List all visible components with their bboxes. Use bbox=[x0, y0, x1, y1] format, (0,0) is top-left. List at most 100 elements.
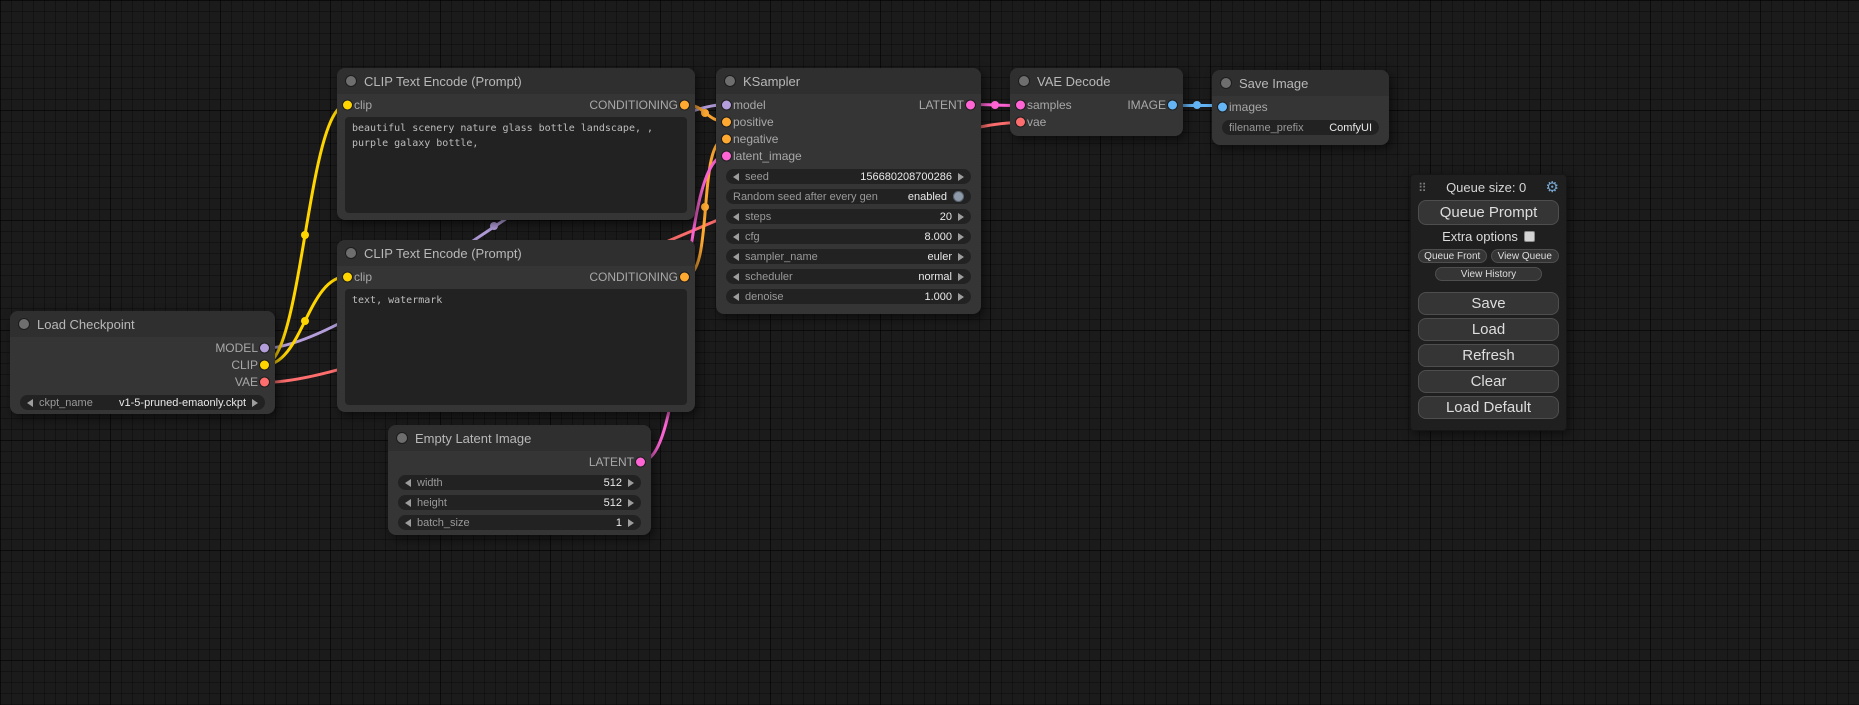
widget-batch-size[interactable]: batch_size 1 bbox=[398, 515, 641, 530]
output-slot-model[interactable] bbox=[260, 343, 269, 352]
decrement-arrow-icon[interactable] bbox=[405, 499, 411, 507]
widget-random-seed-toggle[interactable]: Random seed after every gen enabled bbox=[726, 189, 971, 204]
widget-filename-prefix[interactable]: filename_prefix ComfyUI bbox=[1222, 120, 1379, 135]
input-slot-latent-image[interactable] bbox=[722, 151, 731, 160]
drag-handle-icon[interactable]: ⠿ bbox=[1418, 182, 1427, 194]
output-slot-vae[interactable] bbox=[260, 377, 269, 386]
decrement-arrow-icon[interactable] bbox=[733, 273, 739, 281]
input-slot-samples[interactable] bbox=[1016, 100, 1025, 109]
input-slot-model[interactable] bbox=[722, 100, 731, 109]
node-title-bar[interactable]: Save Image bbox=[1212, 70, 1389, 96]
node-vae-decode[interactable]: VAE Decode samples IMAGE vae bbox=[1010, 68, 1183, 136]
view-history-button[interactable]: View History bbox=[1435, 267, 1542, 281]
widget-label: ckpt_name bbox=[39, 397, 93, 409]
input-slot-images[interactable] bbox=[1218, 102, 1227, 111]
load-button[interactable]: Load bbox=[1418, 318, 1559, 341]
decrement-arrow-icon[interactable] bbox=[27, 399, 33, 407]
increment-arrow-icon[interactable] bbox=[958, 173, 964, 181]
widget-scheduler[interactable]: scheduler normal bbox=[726, 269, 971, 284]
decrement-arrow-icon[interactable] bbox=[733, 173, 739, 181]
link-dot-clip-negative bbox=[301, 317, 309, 325]
widget-ckpt-name[interactable]: ckpt_name v1-5-pruned-emaonly.ckpt bbox=[20, 395, 265, 410]
decrement-arrow-icon[interactable] bbox=[733, 213, 739, 221]
decrement-arrow-icon[interactable] bbox=[405, 479, 411, 487]
node-canvas[interactable]: Load Checkpoint MODEL CLIP VAE ckpt_name… bbox=[0, 0, 1859, 705]
load-default-button[interactable]: Load Default bbox=[1418, 396, 1559, 419]
node-load-checkpoint[interactable]: Load Checkpoint MODEL CLIP VAE ckpt_name… bbox=[10, 311, 275, 414]
prompt-textarea[interactable]: beautiful scenery nature glass bottle la… bbox=[345, 117, 687, 213]
collapse-dot[interactable] bbox=[1019, 76, 1029, 86]
output-label-latent: LATENT bbox=[589, 455, 634, 469]
output-slot-latent[interactable] bbox=[636, 457, 645, 466]
settings-gear-icon[interactable]: ⚙ bbox=[1546, 180, 1559, 195]
output-slot-conditioning[interactable] bbox=[680, 272, 689, 281]
output-slot-image[interactable] bbox=[1168, 100, 1177, 109]
collapse-dot[interactable] bbox=[19, 319, 29, 329]
input-slot-positive[interactable] bbox=[722, 117, 731, 126]
node-title-bar[interactable]: Load Checkpoint bbox=[10, 311, 275, 337]
collapse-dot[interactable] bbox=[397, 433, 407, 443]
refresh-button[interactable]: Refresh bbox=[1418, 344, 1559, 367]
node-clip-text-encode-positive[interactable]: CLIP Text Encode (Prompt) clip CONDITION… bbox=[337, 68, 695, 220]
widget-value: 8.000 bbox=[924, 231, 952, 243]
increment-arrow-icon[interactable] bbox=[252, 399, 258, 407]
clear-button[interactable]: Clear bbox=[1418, 370, 1559, 393]
widget-denoise[interactable]: denoise 1.000 bbox=[726, 289, 971, 304]
collapse-dot[interactable] bbox=[346, 248, 356, 258]
increment-arrow-icon[interactable] bbox=[958, 233, 964, 241]
extra-options-checkbox[interactable] bbox=[1524, 231, 1535, 242]
node-empty-latent-image[interactable]: Empty Latent Image LATENT width 512 heig… bbox=[388, 425, 651, 535]
widget-cfg[interactable]: cfg 8.000 bbox=[726, 229, 971, 244]
increment-arrow-icon[interactable] bbox=[628, 479, 634, 487]
collapse-dot[interactable] bbox=[346, 76, 356, 86]
decrement-arrow-icon[interactable] bbox=[733, 293, 739, 301]
node-title-bar[interactable]: KSampler bbox=[716, 68, 981, 94]
decrement-arrow-icon[interactable] bbox=[733, 253, 739, 261]
collapse-dot[interactable] bbox=[725, 76, 735, 86]
toggle-knob[interactable] bbox=[953, 191, 964, 202]
view-queue-button[interactable]: View Queue bbox=[1491, 249, 1560, 263]
widget-value: enabled bbox=[908, 191, 947, 203]
decrement-arrow-icon[interactable] bbox=[405, 519, 411, 527]
node-title-bar[interactable]: CLIP Text Encode (Prompt) bbox=[337, 240, 695, 266]
node-title-bar[interactable]: CLIP Text Encode (Prompt) bbox=[337, 68, 695, 94]
node-title: CLIP Text Encode (Prompt) bbox=[364, 246, 522, 261]
widget-label: sampler_name bbox=[745, 251, 818, 263]
widget-value: 156680208700286 bbox=[860, 171, 952, 183]
increment-arrow-icon[interactable] bbox=[958, 253, 964, 261]
queue-front-button[interactable]: Queue Front bbox=[1418, 249, 1487, 263]
widget-sampler-name[interactable]: sampler_name euler bbox=[726, 249, 971, 264]
queue-size-label: Queue size: 0 bbox=[1427, 180, 1546, 195]
queue-prompt-button[interactable]: Queue Prompt bbox=[1418, 200, 1559, 225]
node-clip-text-encode-negative[interactable]: CLIP Text Encode (Prompt) clip CONDITION… bbox=[337, 240, 695, 412]
increment-arrow-icon[interactable] bbox=[628, 499, 634, 507]
input-slot-negative[interactable] bbox=[722, 134, 731, 143]
input-slot-clip[interactable] bbox=[343, 100, 352, 109]
input-slot-vae[interactable] bbox=[1016, 117, 1025, 126]
widget-value: 20 bbox=[940, 211, 952, 223]
increment-arrow-icon[interactable] bbox=[958, 213, 964, 221]
save-button[interactable]: Save bbox=[1418, 292, 1559, 315]
prompt-textarea[interactable]: text, watermark bbox=[345, 289, 687, 405]
widget-label: seed bbox=[745, 171, 769, 183]
node-title-bar[interactable]: VAE Decode bbox=[1010, 68, 1183, 94]
input-slot-clip[interactable] bbox=[343, 272, 352, 281]
widget-steps[interactable]: steps 20 bbox=[726, 209, 971, 224]
output-slot-conditioning[interactable] bbox=[680, 100, 689, 109]
node-ksampler[interactable]: KSampler model LATENT positive negative … bbox=[716, 68, 981, 314]
output-label-image: IMAGE bbox=[1127, 98, 1166, 112]
increment-arrow-icon[interactable] bbox=[958, 293, 964, 301]
node-save-image[interactable]: Save Image images filename_prefix ComfyU… bbox=[1212, 70, 1389, 145]
output-row-model: MODEL bbox=[10, 339, 275, 356]
collapse-dot[interactable] bbox=[1221, 78, 1231, 88]
widget-label: steps bbox=[745, 211, 771, 223]
output-slot-clip[interactable] bbox=[260, 360, 269, 369]
increment-arrow-icon[interactable] bbox=[958, 273, 964, 281]
widget-height[interactable]: height 512 bbox=[398, 495, 641, 510]
node-title-bar[interactable]: Empty Latent Image bbox=[388, 425, 651, 451]
widget-seed[interactable]: seed 156680208700286 bbox=[726, 169, 971, 184]
decrement-arrow-icon[interactable] bbox=[733, 233, 739, 241]
output-slot-latent[interactable] bbox=[966, 100, 975, 109]
widget-width[interactable]: width 512 bbox=[398, 475, 641, 490]
increment-arrow-icon[interactable] bbox=[628, 519, 634, 527]
